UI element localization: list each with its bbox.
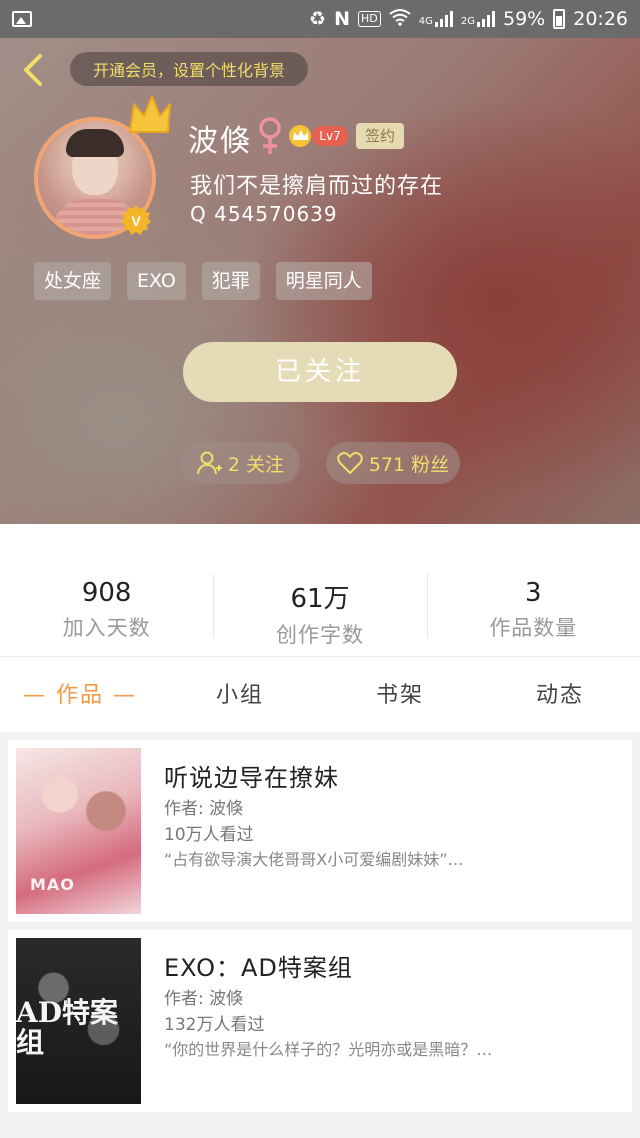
stat-works-count: 3 作品数量: [426, 560, 640, 650]
qq-number: Q 454570639: [190, 202, 338, 226]
tag-item[interactable]: 犯罪: [201, 262, 260, 300]
status-bar: ♻ N HD 4G 2G 59% 20:26: [0, 0, 640, 38]
fans-button[interactable]: 571 粉丝: [326, 442, 460, 484]
list-item[interactable]: MAO 听说边导在撩妹 作者: 波倏 10万人看过 “占有欲导演大佬哥哥X小可爱…: [8, 740, 632, 922]
book-cover: MAO: [16, 748, 141, 914]
gallery-notification-icon: [12, 11, 32, 27]
tab-activity[interactable]: 动态: [480, 662, 640, 730]
divider: [0, 656, 640, 657]
book-title: EXO：AD特案组: [164, 954, 353, 982]
book-description: “占有欲导演大佬哥哥X小可爱编剧妹妹”…: [164, 850, 464, 869]
book-views: 10万人看过: [164, 825, 254, 845]
back-button[interactable]: [16, 50, 52, 90]
tab-bookshelf[interactable]: 书架: [320, 662, 480, 730]
add-user-icon: [196, 451, 222, 475]
tag-item[interactable]: 明星同人: [275, 262, 372, 300]
recycle-icon: ♻: [309, 8, 327, 30]
nfc-icon: N: [334, 8, 350, 30]
tag-item[interactable]: 处女座: [34, 262, 112, 300]
book-title: 听说边导在撩妹: [164, 764, 339, 792]
list-item[interactable]: AD特案组 EXO：AD特案组 作者: 波倏 132万人看过 “你的世界是什么样…: [8, 930, 632, 1112]
stat-days-joined: 908 加入天数: [62, 578, 151, 640]
wifi-icon: [389, 8, 411, 31]
heart-icon: [337, 452, 363, 474]
tab-groups[interactable]: 小组: [160, 662, 320, 730]
book-author: 作者: 波倏: [164, 989, 244, 1009]
verified-v-icon: V: [121, 205, 151, 235]
svg-text:V: V: [131, 213, 141, 229]
chevron-left-icon: [24, 54, 42, 86]
book-cover: AD特案组: [16, 938, 141, 1104]
tag-item[interactable]: EXO: [127, 262, 186, 300]
battery-percent: 59%: [503, 8, 546, 30]
stat-words-written: 61万 创作字数: [213, 560, 426, 650]
following-button[interactable]: 2 关注: [180, 442, 300, 484]
level-crown-icon: [289, 125, 311, 147]
following-count: 2 关注: [227, 453, 285, 476]
book-author: 作者: 波倏: [164, 799, 244, 819]
book-description: “你的世界是什么样子的？光明亦或是黑暗？…: [164, 1040, 493, 1059]
signal-4g-icon: 4G: [419, 11, 453, 27]
profile-header: ♻ N HD 4G 2G 59% 20:26 开通会员，设置个性化背景 V 波倏…: [0, 0, 640, 524]
fans-count: 571 粉丝: [368, 453, 450, 476]
level-badge: Lv7: [288, 124, 350, 148]
tab-works[interactable]: — 作品 —: [0, 662, 160, 730]
bio-text: 我们不是擦肩而过的存在: [190, 174, 444, 199]
hd-icon: HD: [358, 11, 381, 27]
book-views: 132万人看过: [164, 1015, 265, 1035]
female-gender-icon: [259, 117, 281, 154]
clock: 20:26: [573, 8, 628, 30]
signed-author-badge: 签约: [356, 123, 404, 149]
crown-icon: [129, 95, 171, 133]
tag-list: 处女座 EXO 犯罪 明星同人: [34, 262, 372, 300]
profile-tabs: — 作品 — 小组 书架 动态: [0, 662, 640, 730]
follow-button[interactable]: 已关注: [183, 342, 457, 402]
profile-stats: 908 加入天数 61万 创作字数 3 作品数量: [0, 560, 640, 650]
signal-2g-icon: 2G: [461, 11, 495, 27]
battery-icon: [553, 9, 566, 29]
nickname: 波倏: [188, 124, 252, 159]
vip-background-banner[interactable]: 开通会员，设置个性化背景: [70, 52, 308, 86]
